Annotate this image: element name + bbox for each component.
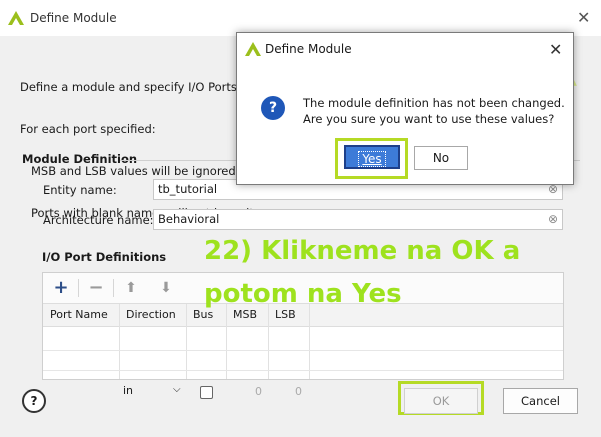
cancel-button[interactable]: Cancel [503,388,578,414]
toolbar-separator [78,279,79,297]
clear-architecture-icon[interactable]: ⊗ [548,212,558,226]
yes-button[interactable]: Yes [344,145,400,169]
dialog-title: Define Module [265,42,352,56]
message-line: The module definition has not been chang… [303,96,565,110]
add-port-icon[interactable]: + [46,277,76,299]
main-close-icon[interactable]: ✕ [577,8,590,27]
dialog-close-icon[interactable]: ✕ [549,40,562,59]
intro-line: MSB and LSB values will be ignored u [20,164,247,178]
msb-value[interactable]: 0 [255,385,262,398]
module-definition-heading: Module Definition [22,152,138,166]
column-header-direction: Direction [126,308,176,321]
intro-line: Define a module and specify I/O Ports to [20,80,253,94]
dialog-message: The module definition has not been chang… [303,95,565,127]
vivado-logo-icon [8,11,24,25]
entity-name-label: Entity name: [43,183,117,197]
main-titlebar: Define Module ✕ [0,0,601,36]
row-divider [43,370,563,371]
move-up-icon[interactable]: ⬆ [116,277,146,299]
io-port-definitions-heading: I/O Port Definitions [42,250,167,264]
dialog-titlebar: Define Module ✕ [237,33,573,65]
annotation-line: 22) Klikneme na OK a [204,236,521,266]
help-button[interactable]: ? [22,389,46,413]
bus-checkbox[interactable] [200,386,213,399]
chevron-down-icon[interactable]: ⌵ [173,384,181,395]
confirm-dialog: Define Module ✕ ? The module definition … [236,32,574,185]
column-header-port-name: Port Name [50,308,108,321]
main-window-title: Define Module [30,11,117,25]
tutorial-annotation: 22) Klikneme na OK a potom na Yes [204,230,520,316]
yes-button-label: Yes [358,151,386,167]
move-down-icon[interactable]: ⬇ [151,277,181,299]
vivado-logo-icon [245,42,261,56]
message-line: Are you sure you want to use these value… [303,112,555,126]
intro-line: For each port specified: [20,122,156,136]
annotation-line: potom na Yes [204,279,402,309]
question-icon: ? [261,96,285,120]
no-button[interactable]: No [414,146,468,170]
remove-port-icon[interactable]: − [81,277,111,299]
ok-button[interactable]: OK [404,388,478,414]
row-divider [43,350,563,351]
toolbar-separator [113,279,114,297]
lsb-value[interactable]: 0 [295,385,302,398]
table-row[interactable]: in ⌵ 0 0 [43,327,563,399]
architecture-name-input[interactable]: Behavioral [153,209,563,230]
architecture-name-label: Architecture name: [43,213,154,227]
